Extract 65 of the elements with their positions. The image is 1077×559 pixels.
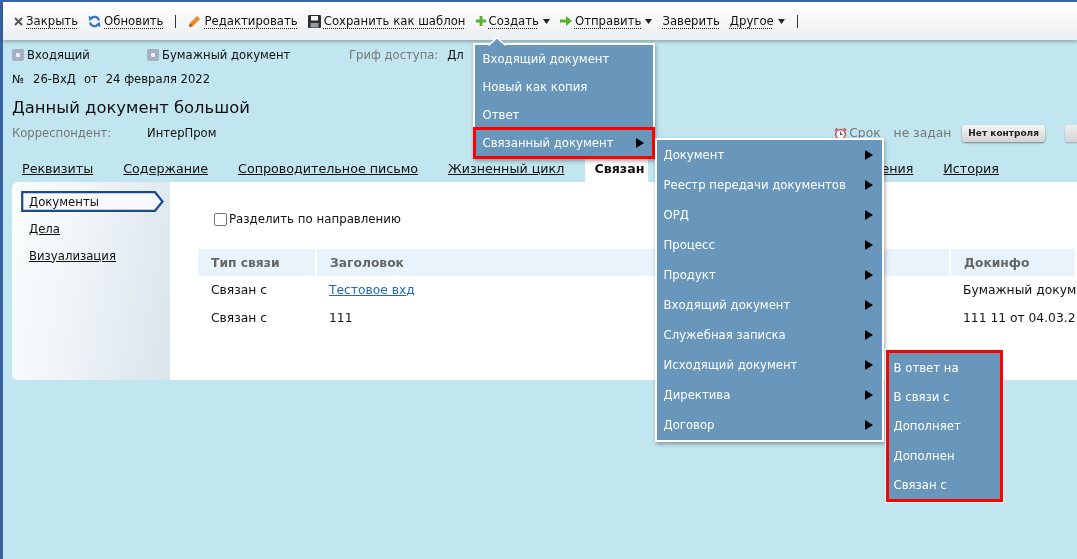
sidebar-item[interactable]: Дела (21, 218, 60, 239)
menu-item[interactable]: Ответ (474, 101, 653, 129)
document-title: Данный документ большой (12, 97, 250, 119)
square-bullet-icon (147, 49, 159, 61)
table-cell: Связан с (211, 283, 267, 297)
menu-item[interactable]: Процесс (656, 230, 882, 260)
menu-item[interactable]: Входящий документ (656, 290, 882, 320)
menu-item[interactable]: Служебная записка (656, 320, 882, 350)
checkbox[interactable] (214, 212, 227, 226)
menu-item[interactable]: Договор (656, 410, 882, 440)
table-cell: Связан с (211, 311, 267, 325)
document-link[interactable]: Тестовое вхд (329, 283, 415, 297)
menu-item[interactable]: Входящий документ (474, 45, 653, 73)
menu-item[interactable]: Реестр передачи документов (656, 170, 882, 200)
menu-item[interactable]: Документ (656, 140, 882, 170)
menu-item[interactable]: ОРД (656, 200, 882, 230)
tab[interactable]: История (943, 153, 999, 182)
menu-item[interactable]: Дополнен (888, 440, 1000, 471)
access-label: Гриф доступа: (349, 48, 439, 62)
sidebar-item[interactable]: Документы (21, 191, 164, 212)
menu-item[interactable]: Связан с (888, 470, 1000, 500)
arrow-right-icon (559, 16, 572, 26)
no-control-button[interactable]: Нет контроля (962, 124, 1045, 142)
send-button[interactable]: Отправить (559, 14, 653, 28)
document-date: 24 февраля 2022 (105, 72, 211, 86)
correspondent-label: Корреспондент: (12, 126, 113, 140)
checkbox-label: Разделить по направлению (229, 212, 401, 226)
tab[interactable]: Сопроводительное письмо (238, 153, 419, 182)
plus-icon (475, 16, 486, 26)
square-bullet-icon (12, 49, 24, 61)
menu-item[interactable]: Дополняет (888, 411, 1000, 441)
deadline-value: не задан (893, 126, 952, 140)
table-cell: Бумажный докум (963, 283, 1077, 297)
refresh-button[interactable]: Обновить (88, 14, 164, 28)
tab[interactable]: Реквизиты (22, 153, 94, 182)
certify-button[interactable]: Заверить (662, 14, 720, 28)
close-button[interactable]: Закрыть (14, 14, 79, 28)
document-number: 26-ВхД (33, 72, 76, 86)
menu-item[interactable]: В ответ на (888, 353, 1000, 383)
number-label: № (12, 72, 25, 86)
access-value: Дл (447, 48, 464, 62)
column-header: Тип связи (211, 255, 280, 270)
create-button[interactable]: Создать (475, 14, 550, 28)
menu-item[interactable]: Директива (656, 380, 882, 410)
document-kind-label: Входящий (27, 48, 90, 62)
pencil-icon (188, 14, 202, 28)
refresh-icon (88, 14, 102, 28)
correspondent-name: ИнтерПром (147, 126, 217, 140)
column-header: Докинфо (964, 255, 1030, 270)
table-cell: 111 (329, 311, 353, 325)
menu-item[interactable]: Исходящий документ (656, 350, 882, 380)
document-kind-label: Бумажный документ (162, 48, 291, 62)
menu-item[interactable]: Продукт (656, 260, 882, 290)
edit-button[interactable]: Редактировать (188, 14, 298, 28)
tab[interactable]: Содержание (123, 153, 209, 182)
close-icon (14, 16, 23, 26)
other-button[interactable]: Другое (729, 14, 785, 28)
deadline-label: Срок (849, 126, 881, 140)
menu-item[interactable]: В связи с (888, 382, 1000, 412)
date-label: от (83, 72, 98, 86)
sidebar-item[interactable]: Визуализация (21, 245, 116, 266)
menu-item[interactable]: Новый как копия (474, 73, 653, 101)
table-cell: 111 11 от 04.03.2 (963, 311, 1076, 325)
column-header: Заголовок (330, 255, 404, 270)
save-template-button[interactable]: Сохранить как шаблон (307, 14, 466, 28)
